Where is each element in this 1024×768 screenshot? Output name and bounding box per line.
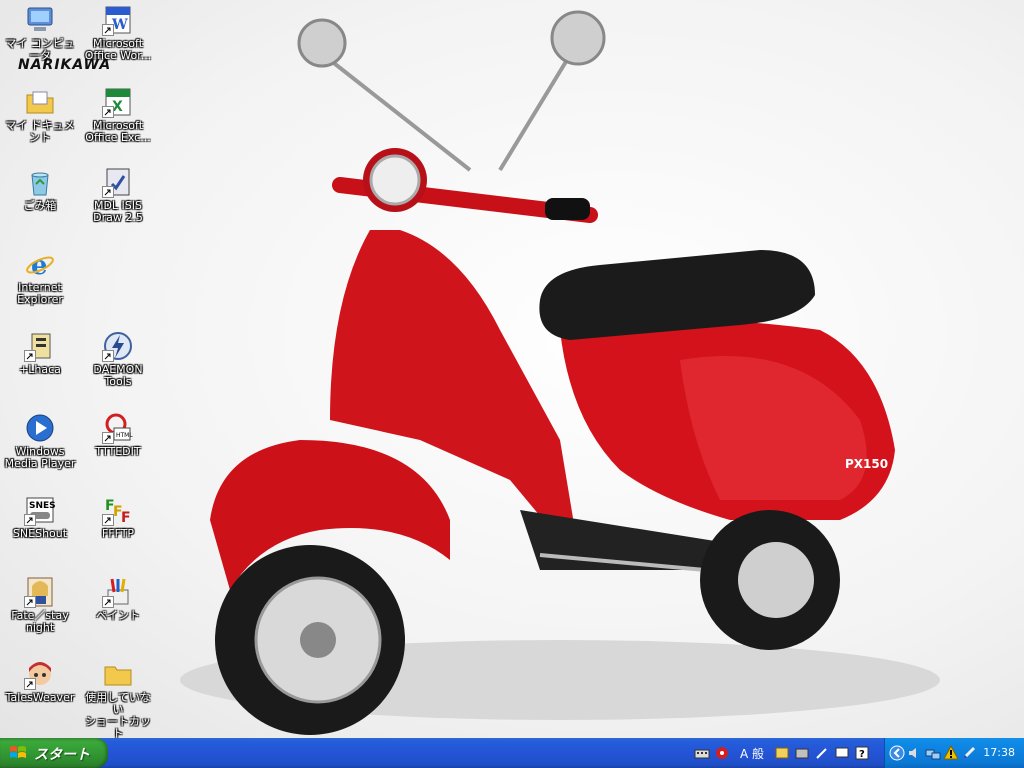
desktop-icon-label: +Lhaca xyxy=(19,363,61,376)
sneshout-icon: SNES xyxy=(24,494,56,526)
desktop-icon-label: MDL ISIS Draw 2.5 xyxy=(93,199,143,224)
desktop-icon-internet-explorer[interactable]: e Internet Explorer xyxy=(2,248,78,306)
media-player-icon xyxy=(24,412,56,444)
desktop-icon-my-computer[interactable]: マイ コンピュータ xyxy=(2,4,78,62)
shortcut-arrow-icon xyxy=(24,514,36,526)
desktop-icon-label: FFFTP xyxy=(101,527,135,540)
desktop-icon-label: DAEMON Tools xyxy=(93,363,143,388)
svg-text:e: e xyxy=(31,251,48,280)
clock[interactable]: 17:38 xyxy=(983,746,1015,759)
recycle-bin-icon xyxy=(24,166,56,198)
desktop-icon-recycle-bin[interactable]: ごみ箱 xyxy=(2,166,78,212)
desktop-icon-label: 使用していない ショートカット xyxy=(85,691,151,739)
talesweaver-icon xyxy=(24,658,56,690)
show-hidden-icons-chevron-icon[interactable] xyxy=(889,745,905,761)
desktop-icon-label: ペイント xyxy=(96,609,140,622)
shortcut-arrow-icon xyxy=(24,678,36,690)
desktop-icon-ffftp[interactable]: FFF FFFTP xyxy=(80,494,156,540)
shortcut-arrow-icon xyxy=(24,596,36,608)
shortcut-arrow-icon xyxy=(102,350,114,362)
desktop-icon-tttedit[interactable]: HTML TTTEDIT xyxy=(80,412,156,458)
word-icon: W xyxy=(102,4,134,36)
my-documents-icon xyxy=(24,86,56,118)
desktop-icon-label: ごみ箱 xyxy=(23,199,57,212)
desktop-icon-fate-stay-night[interactable]: Fate／stay night xyxy=(2,576,78,634)
security-warning-icon[interactable] xyxy=(943,744,959,761)
desktop-icon-label: Fate／stay night xyxy=(11,609,69,634)
tttedit-icon: HTML xyxy=(102,412,134,444)
ime-pad-icon[interactable] xyxy=(714,745,730,761)
daemon-tools-icon xyxy=(102,330,134,362)
desktop-icon-word[interactable]: W Microsoft Office Wor... xyxy=(80,4,156,62)
shortcut-arrow-icon xyxy=(102,106,114,118)
desktop-icon-label: Microsoft Office Exc... xyxy=(85,119,151,144)
language-bar: A 般 ? xyxy=(690,738,882,768)
desktop-icon-label: Windows Media Player xyxy=(4,445,76,470)
paint-icon xyxy=(102,576,134,608)
folder-icon xyxy=(102,658,134,690)
pen-icon[interactable] xyxy=(814,745,830,761)
desktop-icon-excel[interactable]: X Microsoft Office Exc... xyxy=(80,86,156,144)
ime-dictionary-icon[interactable] xyxy=(774,745,790,761)
taskbar: スタート A 般 ? 17:38 xyxy=(0,738,1024,768)
isis-draw-icon xyxy=(102,166,134,198)
desktop-icon-label: マイ ドキュメント xyxy=(5,119,75,144)
svg-text:SNES: SNES xyxy=(29,501,56,511)
shortcut-arrow-icon xyxy=(102,514,114,526)
lhaca-icon xyxy=(24,330,56,362)
desktop-icon-paint[interactable]: ペイント xyxy=(80,576,156,622)
keyboard-icon[interactable] xyxy=(694,745,710,761)
system-tray: 17:38 xyxy=(884,738,1024,768)
shortcut-arrow-icon xyxy=(102,24,114,36)
shortcut-arrow-icon xyxy=(24,350,36,362)
fate-stay-night-icon xyxy=(24,576,56,608)
excel-icon: X xyxy=(102,86,134,118)
desktop-icon-label: Internet Explorer xyxy=(17,281,63,306)
windows-flag-icon xyxy=(10,746,26,758)
shortcut-arrow-icon xyxy=(102,186,114,198)
desktop-icon-windows-media-player[interactable]: Windows Media Player xyxy=(2,412,78,470)
svg-text:?: ? xyxy=(859,749,865,760)
ffftp-icon: FFF xyxy=(102,494,134,526)
desktop-icon-label: TTTEDIT xyxy=(95,445,141,458)
shortcut-arrow-icon xyxy=(102,596,114,608)
my-computer-icon xyxy=(24,4,56,36)
svg-text:HTML: HTML xyxy=(116,432,133,439)
desktop-icon-sneshout[interactable]: SNES SNEShout xyxy=(2,494,78,540)
desktop-icon-unused-shortcuts-folder[interactable]: 使用していない ショートカット xyxy=(80,658,156,738)
desktop-icon-my-documents[interactable]: マイ ドキュメント xyxy=(2,86,78,144)
help-icon[interactable]: ? xyxy=(854,745,870,761)
sound-icon[interactable] xyxy=(907,745,923,761)
desktop-icon-label: Microsoft Office Wor... xyxy=(84,37,152,62)
pen-tablet-icon[interactable] xyxy=(961,745,977,761)
network-icon[interactable] xyxy=(925,745,941,761)
desktop-icon-lhaca[interactable]: +Lhaca xyxy=(2,330,78,376)
desktop-icon-talesweaver[interactable]: TalesWeaver xyxy=(2,658,78,704)
monitor-icon[interactable] xyxy=(834,745,850,761)
desktop-icon-isis-draw[interactable]: MDL ISIS Draw 2.5 xyxy=(80,166,156,224)
internet-explorer-icon: e xyxy=(24,248,56,280)
ime-tools-icon[interactable] xyxy=(794,745,810,761)
start-button[interactable]: スタート xyxy=(0,738,108,768)
svg-text:F: F xyxy=(121,510,131,526)
desktop: PX150 NARIKAWA マイ コンピュータ マイ ドキュメント ごみ箱 e… xyxy=(0,0,1024,738)
desktop-icon-label: マイ コンピュータ xyxy=(5,37,75,62)
start-label: スタート xyxy=(34,747,90,763)
desktop-icon-label: TalesWeaver xyxy=(5,691,75,704)
px150-badge: PX150 xyxy=(845,457,888,471)
shortcut-arrow-icon xyxy=(102,432,114,444)
ime-mode-indicator[interactable]: A 般 xyxy=(740,745,764,762)
desktop-icon-daemon-tools[interactable]: DAEMON Tools xyxy=(80,330,156,388)
desktop-icon-label: SNEShout xyxy=(12,527,68,540)
